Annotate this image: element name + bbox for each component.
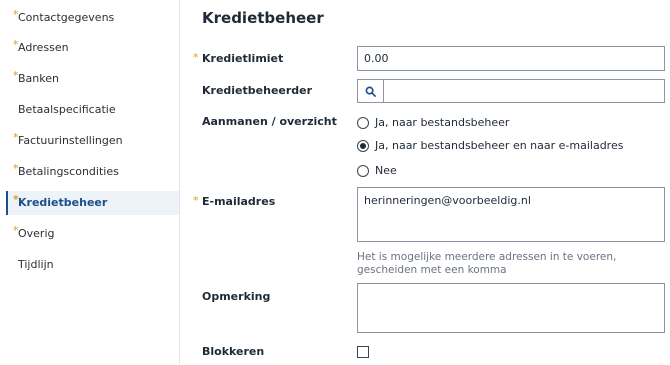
sidebar-item-betalingscondities[interactable]: * Betalingscondities (6, 160, 179, 184)
required-marker: * (193, 194, 199, 207)
required-marker: * (13, 193, 19, 206)
sidebar-item-tijdlijn[interactable]: Tijdlijn (6, 253, 179, 277)
email-textarea[interactable]: herinneringen@voorbeeldig.nl (357, 187, 665, 242)
radio-label: Nee (375, 164, 397, 177)
required-marker: * (13, 8, 19, 21)
opmerking-textarea[interactable] (357, 283, 665, 333)
opmerking-value (358, 284, 664, 294)
blokkeren-label: Blokkeren (202, 345, 265, 358)
required-marker: * (13, 69, 19, 82)
sidebar-item-overig[interactable]: * Overig (6, 222, 179, 246)
sidebar-item-label: Contactgegevens (18, 11, 115, 24)
kredietbeheerder-label: Kredietbeheerder (202, 84, 313, 97)
required-marker: * (13, 162, 19, 175)
sidebar-item-adressen[interactable]: * Adressen (6, 36, 179, 60)
sidebar-item-betaalspecificatie[interactable]: Betaalspecificatie (6, 98, 179, 122)
sidebar-item-label: Kredietbeheer (18, 196, 108, 209)
required-marker: * (13, 224, 19, 237)
sidebar-item-label: Overig (18, 227, 55, 240)
email-label: * E-mailadres (193, 194, 276, 208)
aanmanen-option-bestandsbeheer[interactable]: Ja, naar bestandsbeheer (357, 116, 509, 130)
sidebar-item-label: Betaalspecificatie (18, 103, 116, 116)
radio-button[interactable] (357, 140, 369, 152)
sidebar-item-banken[interactable]: * Banken (6, 67, 179, 91)
radio-label: Ja, naar bestandsbeheer (375, 116, 510, 129)
kredietbeheerder-lookup (357, 79, 665, 103)
radio-button[interactable] (357, 117, 369, 129)
aanmanen-option-nee[interactable]: Nee (357, 164, 397, 178)
kredietlimiet-label: * Kredietlimiet (193, 51, 284, 65)
sidebar-item-kredietbeheer[interactable]: * Kredietbeheer (6, 191, 179, 215)
required-marker: * (193, 51, 199, 64)
sidebar-item-label: Banken (18, 72, 59, 85)
email-value: herinneringen@voorbeeldig.nl (364, 194, 531, 207)
sidebar: * Contactgegevens * Adressen * Banken Be… (0, 0, 180, 365)
radio-button[interactable] (357, 165, 369, 177)
opmerking-label: Opmerking (202, 290, 271, 303)
radio-label: Ja, naar bestandsbeheer en naar e-mailad… (375, 139, 624, 152)
sidebar-item-label: Betalingscondities (18, 165, 119, 178)
sidebar-item-label: Factuurinstellingen (18, 134, 123, 147)
search-icon (365, 82, 376, 101)
sidebar-item-contactgegevens[interactable]: * Contactgegevens (6, 6, 179, 30)
kredietlimiet-value: 0.00 (364, 52, 389, 65)
sidebar-item-label: Adressen (18, 41, 69, 54)
required-marker: * (13, 131, 19, 144)
sidebar-item-factuurinstellingen[interactable]: * Factuurinstellingen (6, 129, 179, 153)
kredietlimiet-input[interactable]: 0.00 (357, 46, 665, 71)
kredietbeheerder-input[interactable] (384, 80, 664, 102)
aanmanen-label: Aanmanen / overzicht (202, 115, 337, 128)
page-title: Kredietbeheer (202, 9, 324, 27)
blokkeren-checkbox[interactable] (357, 346, 369, 358)
sidebar-item-label: Tijdlijn (18, 258, 54, 271)
required-marker: * (13, 38, 19, 51)
email-hint: Het is mogelijke meerdere adressen in te… (357, 251, 617, 276)
kredietbeheerder-search-button[interactable] (358, 80, 384, 102)
aanmanen-option-bestandsbeheer-email[interactable]: Ja, naar bestandsbeheer en naar e-mailad… (357, 139, 623, 153)
